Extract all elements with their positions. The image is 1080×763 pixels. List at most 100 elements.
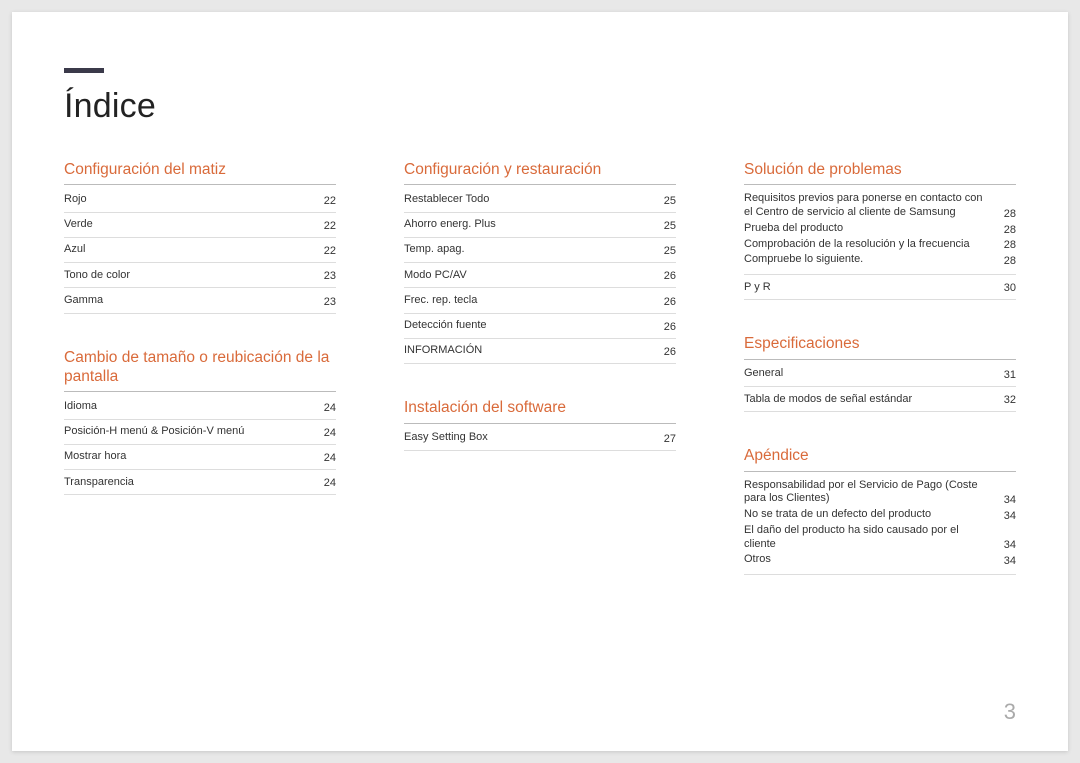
toc-subentry[interactable]: Requisitos previos para ponerse en conta… — [744, 191, 1016, 221]
toc-entry-page: 26 — [664, 270, 676, 282]
page: Índice Configuración del matiz Rojo22 Ve… — [12, 12, 1068, 751]
toc-subentry[interactable]: Compruebe lo siguiente. 28 — [744, 252, 1016, 268]
toc-entry-page: 24 — [324, 477, 336, 489]
toc-entry-page: 26 — [664, 346, 676, 358]
toc-entry-page: 23 — [324, 270, 336, 282]
toc-columns: Configuración del matiz Rojo22 Verde22 A… — [64, 160, 1016, 609]
toc-entry[interactable]: Transparencia 24 — [64, 470, 336, 495]
section-heading: Cambio de tamaño o reubicación de la pan… — [64, 348, 336, 393]
toc-entry-page: 34 — [1004, 555, 1016, 567]
toc-entry-label: Restablecer Todo — [404, 193, 652, 207]
toc-entry-label: Prueba del producto — [744, 222, 992, 236]
toc-entry-page: 22 — [324, 220, 336, 232]
toc-entry-page: 22 — [324, 195, 336, 207]
toc-entry-label: Detección fuente — [404, 319, 652, 333]
toc-entry-page: 24 — [324, 452, 336, 464]
accent-bar — [64, 68, 104, 73]
toc-entry-page: 22 — [324, 245, 336, 257]
section-heading: Configuración y restauración — [404, 160, 676, 185]
toc-entry-page: 34 — [1004, 494, 1016, 506]
toc-entry-label: Ahorro energ. Plus — [404, 218, 652, 232]
toc-entry[interactable]: General 31 — [744, 362, 1016, 387]
toc-entry[interactable]: Tono de color 23 — [64, 263, 336, 288]
toc-section: Especificaciones General 31 Tabla de modo… — [744, 334, 1016, 412]
section-heading: Apéndice — [744, 446, 1016, 471]
toc-entry-label: Verde — [64, 218, 312, 232]
toc-entry[interactable]: Easy Setting Box27 — [404, 426, 676, 451]
toc-subentry[interactable]: Comprobación de la resolución y la frecu… — [744, 237, 1016, 253]
toc-entry-label: Gamma — [64, 294, 312, 308]
toc-subentry[interactable]: El daño del producto ha sido causado por… — [744, 523, 1016, 553]
toc-entry[interactable]: Ahorro energ. Plus 25 — [404, 213, 676, 238]
toc-entry[interactable]: Restablecer Todo25 — [404, 187, 676, 212]
toc-entry[interactable]: INFORMACIÓN 26 — [404, 339, 676, 364]
toc-entry[interactable]: Modo PC/AV26 — [404, 263, 676, 288]
toc-entry-label: Compruebe lo siguiente. — [744, 253, 992, 267]
toc-subentry[interactable]: Prueba del producto 28 — [744, 221, 1016, 237]
toc-entry-page: 26 — [664, 321, 676, 333]
toc-entry-label: General — [744, 367, 992, 381]
toc-entry-label: Comprobación de la resolución y la frecu… — [744, 238, 992, 252]
toc-section: Solución de problemas Requisitos previos… — [744, 160, 1016, 300]
page-number: 3 — [1004, 699, 1016, 725]
toc-entry[interactable]: Detección fuente 26 — [404, 314, 676, 339]
toc-entry[interactable]: Temp. apag. 25 — [404, 238, 676, 263]
toc-entry-label: Posición-H menú & Posición-V menú — [64, 425, 312, 439]
toc-entry-page: 34 — [1004, 510, 1016, 522]
toc-column: Solución de problemas Requisitos previos… — [744, 160, 1016, 609]
toc-entry-page: 30 — [1004, 282, 1016, 294]
toc-entry[interactable]: Tabla de modos de señal estándar 32 — [744, 387, 1016, 412]
toc-entry-page: 28 — [1004, 224, 1016, 236]
toc-entry-page: 28 — [1004, 208, 1016, 220]
toc-entry-page: 25 — [664, 245, 676, 257]
toc-entry[interactable]: Rojo 22 — [64, 187, 336, 212]
toc-entry-label: Frec. rep. tecla — [404, 294, 652, 308]
toc-entry[interactable]: Frec. rep. tecla 26 — [404, 288, 676, 313]
toc-entry-page: 25 — [664, 220, 676, 232]
toc-entry[interactable]: Idioma 24 — [64, 394, 336, 419]
toc-entry-label: Responsabilidad por el Servicio de Pago … — [744, 479, 992, 507]
toc-subentry[interactable]: Otros34 — [744, 552, 1016, 568]
toc-entry-page: 28 — [1004, 255, 1016, 267]
page-title: Índice — [64, 87, 1016, 126]
toc-entry-label: Mostrar hora — [64, 450, 312, 464]
toc-entry-page: 34 — [1004, 539, 1016, 551]
toc-section: Configuración del matiz Rojo22 Verde22 A… — [64, 160, 336, 314]
toc-entry-group: Responsabilidad por el Servicio de Pago … — [744, 474, 1016, 576]
toc-entry[interactable]: P y R30 — [744, 275, 1016, 300]
toc-section: Instalación del software Easy Setting Bo… — [404, 398, 676, 451]
toc-entry-page: 24 — [324, 427, 336, 439]
toc-entry[interactable]: Posición-H menú & Posición-V menú 24 — [64, 420, 336, 445]
toc-entry-label: Rojo — [64, 193, 312, 207]
toc-column: Configuración del matiz Rojo22 Verde22 A… — [64, 160, 336, 609]
toc-entry-page: 31 — [1004, 369, 1016, 381]
toc-entry[interactable]: Mostrar hora 24 — [64, 445, 336, 470]
toc-entry-label: Idioma — [64, 400, 312, 414]
toc-subentry[interactable]: No se trata de un defecto del producto 34 — [744, 507, 1016, 523]
toc-section: Apéndice Responsabilidad por el Servicio… — [744, 446, 1016, 575]
toc-entry-page: 27 — [664, 433, 676, 445]
toc-entry[interactable]: Verde 22 — [64, 213, 336, 238]
toc-entry-page: 26 — [664, 296, 676, 308]
toc-entry-page: 28 — [1004, 239, 1016, 251]
toc-section: Cambio de tamaño o reubicación de la pan… — [64, 348, 336, 496]
toc-column: Configuración y restauración Restablecer… — [404, 160, 676, 609]
toc-entry-page: 23 — [324, 296, 336, 308]
toc-entry-page: 32 — [1004, 394, 1016, 406]
toc-entry-label: Azul — [64, 243, 312, 257]
toc-entry-group: Requisitos previos para ponerse en conta… — [744, 187, 1016, 275]
toc-entry[interactable]: Gamma 23 — [64, 288, 336, 313]
toc-section: Configuración y restauración Restablecer… — [404, 160, 676, 364]
section-heading: Especificaciones — [744, 334, 1016, 359]
toc-entry-label: Tabla de modos de señal estándar — [744, 393, 992, 407]
toc-entry-label: Transparencia — [64, 476, 312, 490]
toc-entry[interactable]: Azul 22 — [64, 238, 336, 263]
section-heading: Solución de problemas — [744, 160, 1016, 185]
toc-subentry[interactable]: Responsabilidad por el Servicio de Pago … — [744, 478, 1016, 508]
toc-entry-label: Tono de color — [64, 269, 312, 283]
toc-entry-label: No se trata de un defecto del producto — [744, 508, 992, 522]
toc-entry-label: Temp. apag. — [404, 243, 652, 257]
toc-entry-page: 24 — [324, 402, 336, 414]
toc-entry-label: INFORMACIÓN — [404, 344, 652, 358]
section-heading: Instalación del software — [404, 398, 676, 423]
